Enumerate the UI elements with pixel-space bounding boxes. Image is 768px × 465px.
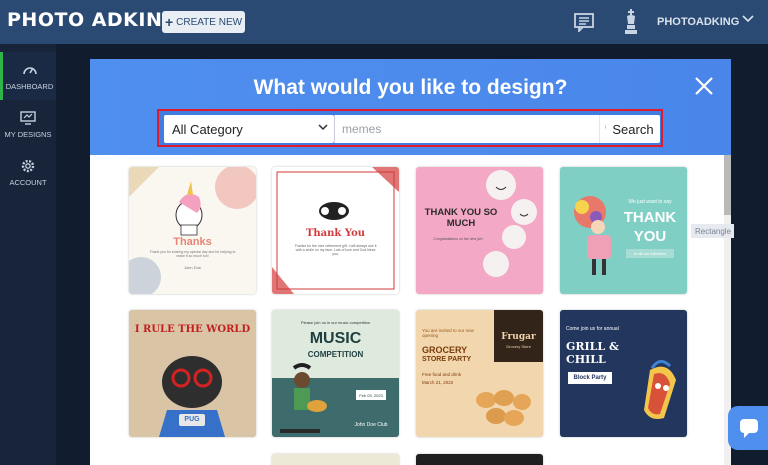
search-input[interactable]: [334, 115, 599, 143]
modal-scrollbar-thumb[interactable]: [724, 155, 731, 215]
card-signature: John Doe: [183, 265, 202, 270]
template-card-thank-you-balloons[interactable]: THANK YOU SO MUCH Congratulations on the…: [416, 167, 543, 294]
card-brand: Frugar: [501, 332, 536, 342]
card-intro: We just want to say: [628, 199, 672, 205]
template-card-thanks-unicorn[interactable]: Thanks Thank you for sharing my special …: [129, 167, 256, 294]
template-card-thank-you-panda[interactable]: Thank You Thanks for the nice retirement…: [272, 167, 399, 294]
sidebar-item-account[interactable]: ACCOUNT: [0, 148, 56, 196]
create-new-button[interactable]: + CREATE NEW: [162, 11, 245, 33]
card-title: I RULE THE WORLD: [134, 324, 251, 335]
card-brand-sub: Grocery Store: [506, 344, 531, 349]
chevron-down-icon: [318, 124, 328, 131]
close-icon[interactable]: [692, 74, 716, 98]
message-icon[interactable]: [574, 12, 594, 32]
balloons-illustration: [483, 170, 537, 277]
sidebar-item-label: DASHBOARD: [5, 81, 54, 91]
tooltip: Rectangle: [691, 224, 734, 238]
card-title-line2: COMPETITION: [307, 350, 364, 359]
card-body: Thanks for the nice retirement gift. I w…: [294, 244, 377, 256]
design-picker-modal: What would you like to design? All Categ…: [90, 59, 731, 465]
sidebar-item-dashboard[interactable]: DASHBOARD: [0, 52, 56, 100]
template-card-row3-3[interactable]: [416, 454, 543, 465]
category-select[interactable]: All Category: [164, 115, 334, 143]
sidebar: DASHBOARD MY DESIGNS ACCOUNT: [0, 44, 56, 465]
card-title-line2: STORE PARTY: [422, 356, 472, 363]
card-detail: Free food and drink: [422, 372, 462, 377]
card-intro: Come join us for annual: [566, 326, 619, 332]
card-badge: Block Party: [568, 372, 612, 384]
modal-header: What would you like to design? All Categ…: [90, 59, 731, 155]
card-title: THANK: [623, 209, 677, 226]
card-date: Feb 03, 2023: [356, 390, 386, 400]
search-button[interactable]: Search: [606, 115, 660, 143]
dashboard-icon: [22, 66, 37, 74]
plus-icon: +: [164, 14, 174, 30]
card-title: Thank You: [305, 228, 366, 239]
gear-icon: [21, 159, 35, 172]
chevron-down-icon[interactable]: [742, 14, 754, 26]
card-title: Thanks: [173, 236, 212, 248]
template-card-i-rule-the-world[interactable]: I RULE THE WORLD PUG: [129, 310, 256, 437]
card-title: GRILL &: [566, 340, 619, 353]
modal-title: What would you like to design?: [253, 76, 568, 99]
logo[interactable]: PHOTO ADKING: [7, 9, 178, 31]
card-host: John Doe Club: [354, 422, 388, 428]
create-new-label: CREATE NEW: [176, 16, 243, 28]
top-bar: PHOTO ADKING + CREATE NEW PHOTOADKING: [0, 0, 768, 44]
card-intro: You are invited to our new opening: [422, 328, 474, 338]
chat-widget-button[interactable]: [728, 406, 768, 450]
card-footer: to all our followers: [626, 249, 674, 258]
card-date: March 21, 2022: [422, 380, 454, 385]
chat-icon: [740, 419, 758, 438]
card-title-line2: YOU: [633, 228, 667, 245]
search-bar: All Category Search: [157, 109, 663, 147]
template-card-grocery-store-party[interactable]: You are invited to our new opening GROCE…: [416, 310, 543, 437]
template-card-music-competition[interactable]: Please join us in our music competition …: [272, 310, 399, 437]
sidebar-item-label: MY DESIGNS: [4, 129, 52, 139]
unicorn-illustration: [129, 167, 256, 294]
card-title: MUSIC: [309, 330, 362, 347]
monitor-icon: [20, 110, 36, 125]
template-card-row3-2[interactable]: [272, 454, 399, 465]
sidebar-item-label: ACCOUNT: [9, 177, 47, 187]
card-title: THANK YOU SO MUCH: [424, 207, 498, 229]
template-card-thank-you-flowers[interactable]: We just want to say THANK YOU to all our…: [560, 167, 687, 294]
user-name[interactable]: PHOTOADKING: [657, 16, 739, 28]
card-body: Thank you for sharing my special day and…: [149, 250, 236, 258]
card-intro: Please join us in our music competition: [300, 320, 371, 325]
chess-king-icon[interactable]: [622, 8, 640, 36]
card-title: GROCERY: [422, 345, 468, 355]
card-title-line2: CHILL: [566, 353, 606, 366]
template-card-grill-and-chill[interactable]: Come join us for annual GRILL & CHILL Bl…: [560, 310, 687, 437]
sidebar-item-my-designs[interactable]: MY DESIGNS: [0, 100, 56, 148]
card-body: Congratulations on the new job!: [433, 237, 483, 241]
card-badge: PUG: [184, 416, 200, 423]
category-select-value: All Category: [172, 121, 243, 137]
